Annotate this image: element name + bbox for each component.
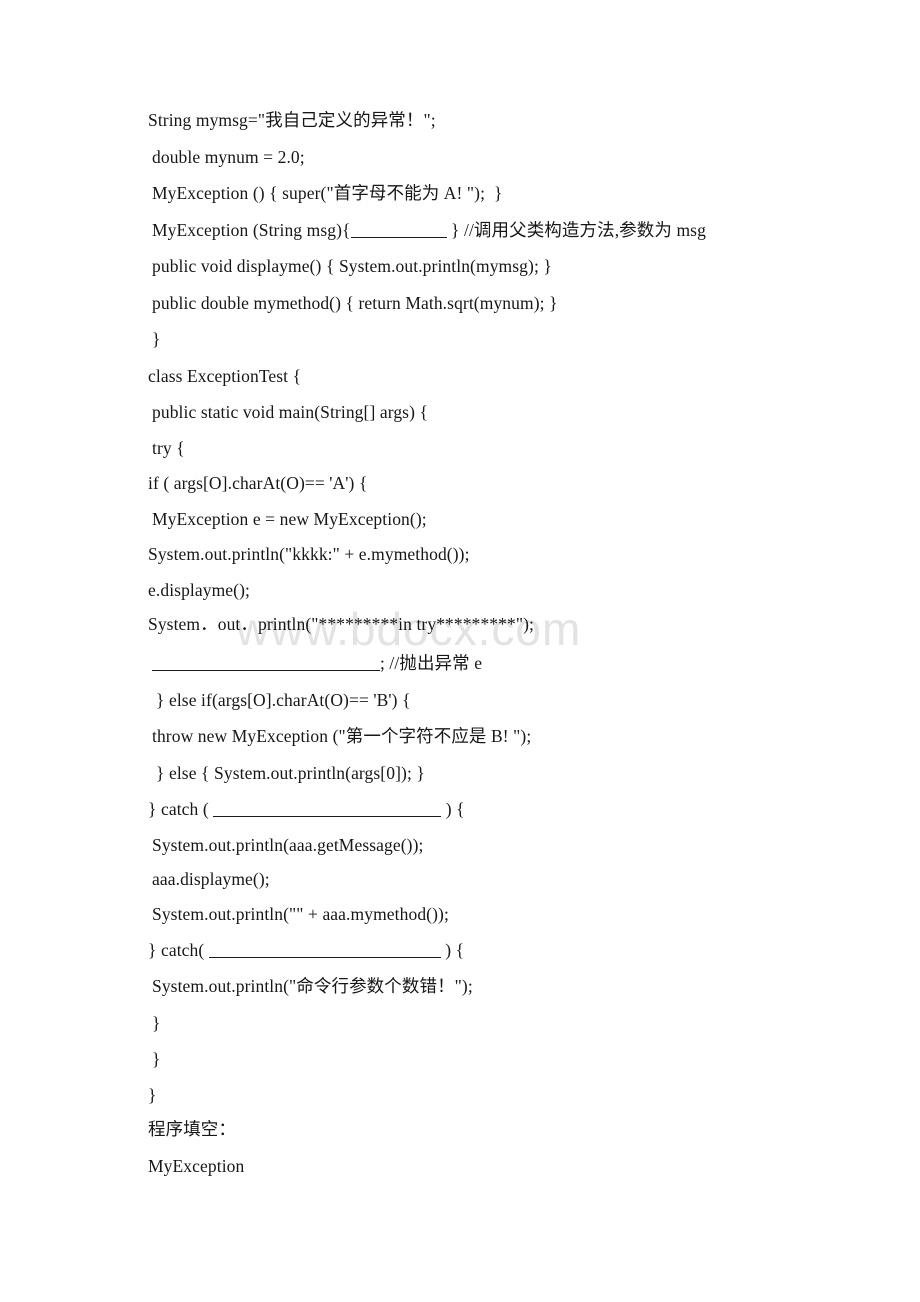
code-text: System.out.println("kkkk:" + e.mymethod(… (148, 544, 470, 564)
code-text: } (152, 1049, 161, 1069)
code-text: } else { System.out.println(args[0]); } (156, 763, 425, 783)
code-text: try { (152, 438, 185, 458)
code-line: } (148, 1085, 157, 1105)
code-line: } (152, 329, 161, 349)
code-text: public double mymethod() { return Math.s… (152, 293, 558, 313)
code-text: } catch ( (148, 799, 214, 819)
document-page: www.bdocx.com String mymsg="我自己定义的异常！"; d… (0, 0, 920, 1302)
code-line: } catch ( ) { (148, 799, 465, 819)
code-text: public void displayme() { System.out.pri… (152, 256, 552, 276)
fill-in-blank[interactable] (152, 670, 380, 671)
code-line: System.out.println("kkkk:" + e.mymethod(… (148, 544, 470, 564)
code-line: MyException e = new MyException(); (152, 509, 427, 529)
code-text: double mynum = 2.0; (152, 147, 305, 167)
code-text: System.out.println(aaa.getMessage()); (152, 835, 424, 855)
code-line: public void displayme() { System.out.pri… (152, 256, 552, 276)
code-text: aaa.displayme(); (152, 869, 270, 889)
code-line: MyException (148, 1156, 244, 1176)
code-text: } (152, 329, 161, 349)
code-text: System.out.println("命令行参数个数错！"); (152, 976, 473, 996)
code-line: if ( args[O].charAt(O)== 'A') { (148, 473, 367, 493)
code-text: } catch( (148, 940, 209, 960)
code-line: } (152, 1049, 161, 1069)
code-line: } else { System.out.println(args[0]); } (156, 763, 425, 783)
code-line: public double mymethod() { return Math.s… (152, 293, 558, 313)
code-text: ) { (441, 799, 465, 819)
code-line: public static void main(String[] args) { (152, 402, 428, 422)
code-text: class ExceptionTest { (148, 366, 302, 386)
code-text: System．out．println("*********in try*****… (148, 614, 534, 634)
fill-in-blank[interactable] (213, 816, 442, 817)
code-line: throw new MyException ("第一个字符不应是 B! "); (152, 726, 531, 746)
code-line: System.out.println("" + aaa.mymethod()); (152, 904, 449, 924)
code-line: } else if(args[O].charAt(O)== 'B') { (156, 690, 411, 710)
code-text: throw new MyException ("第一个字符不应是 B! "); (152, 726, 532, 746)
code-text: } else if(args[O].charAt(O)== 'B') { (156, 690, 411, 710)
code-line: ; //抛出异常 e (152, 653, 482, 673)
code-line: class ExceptionTest { (148, 366, 301, 386)
code-line: 程序填空： (148, 1119, 236, 1139)
code-line: try { (152, 438, 185, 458)
code-line: e.displayme(); (148, 580, 250, 600)
code-text: String mymsg="我自己定义的异常！"; (148, 110, 436, 130)
code-line: } catch( ) { (148, 940, 464, 960)
code-text: e.displayme(); (148, 580, 250, 600)
code-text: public static void main(String[] args) { (152, 402, 428, 422)
code-text: 程序填空： (148, 1119, 236, 1139)
code-line: MyException (String msg){ } //调用父类构造方法,参… (152, 220, 706, 240)
code-text: ; //抛出异常 e (380, 653, 483, 673)
code-line: System.out.println("命令行参数个数错！"); (152, 976, 473, 996)
code-text: MyException (String msg){ (152, 220, 351, 240)
code-text: } (152, 1013, 161, 1033)
code-text: } (148, 1085, 157, 1105)
code-line: aaa.displayme(); (152, 869, 270, 889)
code-text: System.out.println("" + aaa.mymethod()); (152, 904, 449, 924)
code-text: MyException (148, 1156, 245, 1176)
fill-in-blank[interactable] (350, 237, 447, 238)
code-text: MyException e = new MyException(); (152, 509, 427, 529)
code-text: if ( args[O].charAt(O)== 'A') { (148, 473, 368, 493)
code-line: System．out．println("*********in try*****… (148, 614, 534, 634)
code-line: double mynum = 2.0; (152, 147, 305, 167)
code-line: } (152, 1013, 161, 1033)
code-text: } //调用父类构造方法,参数为 msg (446, 220, 706, 240)
code-text: MyException () { super("首字母不能为 A! "); } (152, 183, 503, 203)
code-line: MyException () { super("首字母不能为 A! "); } (152, 183, 503, 203)
fill-in-blank[interactable] (208, 957, 441, 958)
code-line: System.out.println(aaa.getMessage()); (152, 835, 423, 855)
code-line: String mymsg="我自己定义的异常！"; (148, 110, 436, 130)
code-text: ) { (440, 940, 465, 960)
